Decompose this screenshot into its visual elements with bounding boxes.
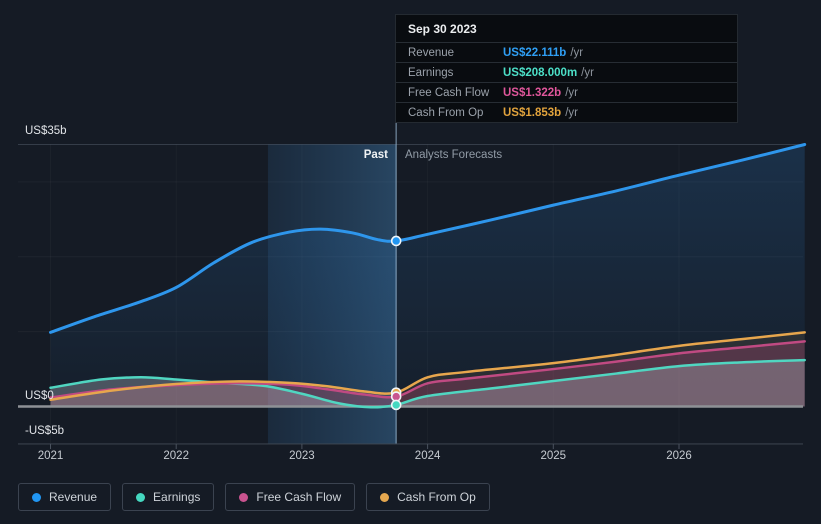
tooltip-date: Sep 30 2023 [408,22,477,36]
chart-tooltip: Sep 30 2023 Revenue US$22.111b/yr Earnings… [395,14,738,123]
fcf-series-dot-icon [239,492,249,502]
tooltip-row-label: Earnings [408,66,454,79]
tooltip-row-unit: /yr [581,66,594,79]
tooltip-row-unit: /yr [570,46,584,59]
earnings-marker-dot[interactable] [390,399,402,411]
tooltip-row-label: Revenue [408,46,455,59]
tooltip-row-value: US$208.000m [503,66,578,79]
legend-toggle-earnings[interactable]: Earnings [122,483,215,511]
legend-toggle-cashop[interactable]: Cash From Op [366,483,490,511]
x-axis-label-2026: 2026 [666,450,692,462]
tooltip-row-label: Free Cash Flow [408,86,490,99]
chart-legend: Revenue Earnings Free Cash Flow Cash From O… [18,483,490,511]
tooltip-row-value: US$1.322b [503,86,562,99]
legend-label: Earnings [153,490,201,504]
tooltip-row-value: US$1.853b [503,106,562,119]
y-axis-label-zero: US$0 [25,390,54,402]
revenue-marker-dot[interactable] [390,235,402,247]
tooltip-row-revenue: Revenue US$22.111b/yr [396,42,737,62]
y-axis-label-neg5b: -US$5b [25,425,64,437]
past-label: Past [363,149,388,161]
earnings-series-dot-icon [136,492,146,502]
x-axis-label-2025: 2025 [540,450,567,462]
revenue-series-dot-icon [32,492,41,502]
y-axis-label-35b: US$35b [25,125,67,137]
cashop-series-dot-icon [380,492,390,502]
x-axis-label-2024: 2024 [414,450,441,462]
legend-label: Revenue [49,490,98,504]
tooltip-row-unit: /yr [565,106,578,119]
tooltip-row-label: Cash From Op [408,106,484,119]
legend-label: Free Cash Flow [256,490,342,504]
legend-label: Cash From Op [397,490,476,504]
tooltip-row-fcf: Free Cash Flow US$1.322b/yr [396,82,737,102]
x-axis-label-2022: 2022 [163,450,189,462]
tooltip-row-cashop: Cash From Op US$1.853b/yr [396,102,737,122]
chart-panel: US$35b US$0 -US$5b Past Analysts Forecas… [0,0,821,524]
legend-toggle-fcf[interactable]: Free Cash Flow [225,483,356,511]
tooltip-rows: Revenue US$22.111b/yr Earnings US$208.000m /… [396,42,737,122]
tooltip-row-earnings: Earnings US$208.000m/yr [396,62,737,82]
legend-toggle-revenue[interactable]: Revenue [18,483,112,511]
analysts-forecasts-label: Analysts Forecasts [405,149,503,161]
x-axis-label-2021: 2021 [37,450,64,462]
x-axis-label-2023: 2023 [289,450,315,462]
tooltip-row-value: US$22.111b [503,46,567,59]
tooltip-row-unit: /yr [565,86,578,99]
